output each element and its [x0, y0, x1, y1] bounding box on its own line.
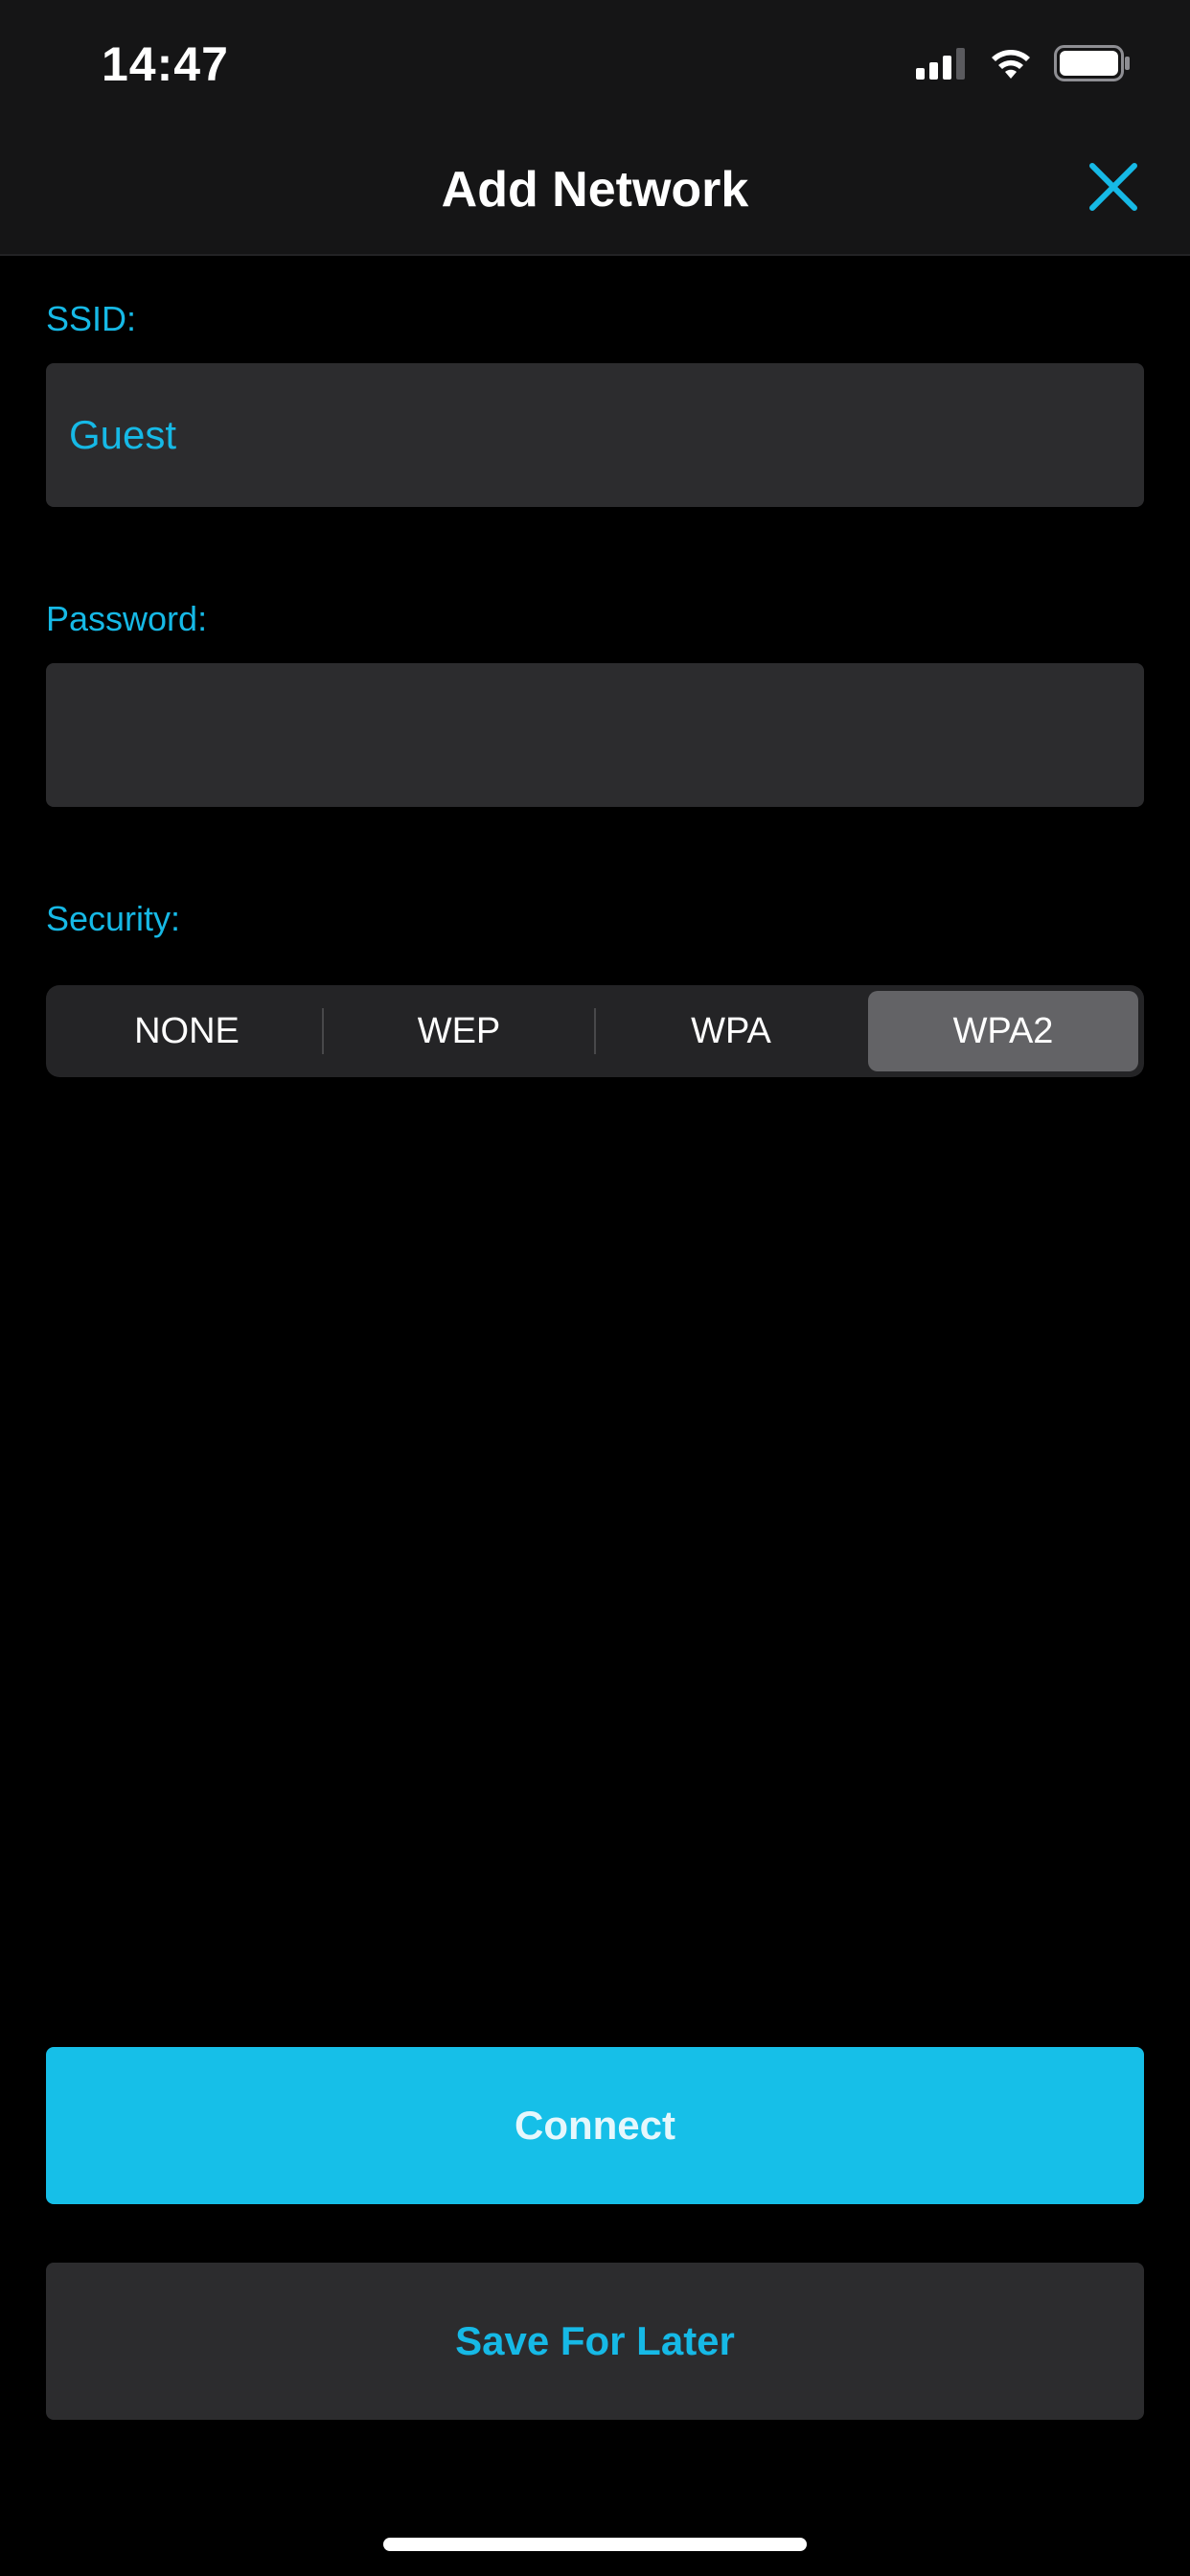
password-label: Password:	[46, 599, 208, 638]
cellular-signal-icon	[916, 47, 968, 84]
password-field[interactable]	[46, 663, 1144, 807]
page-title: Add Network	[441, 162, 749, 218]
home-indicator	[383, 2538, 807, 2551]
segment-wep[interactable]: WEP	[324, 991, 594, 1071]
status-icons	[916, 44, 1131, 86]
segment-wpa2[interactable]: WPA2	[868, 991, 1138, 1071]
save-for-later-button[interactable]: Save For Later	[46, 2263, 1144, 2420]
segment-none[interactable]: NONE	[52, 991, 322, 1071]
ssid-field[interactable]: Guest	[46, 363, 1144, 507]
close-button[interactable]	[1083, 158, 1144, 219]
security-label: Security:	[46, 899, 181, 938]
ssid-label: SSID:	[46, 299, 137, 338]
connect-button[interactable]: Connect	[46, 2047, 1144, 2204]
status-time: 14:47	[102, 37, 229, 91]
status-bar: 14:47	[0, 0, 1190, 134]
close-icon[interactable]	[1087, 161, 1139, 218]
wifi-icon	[989, 46, 1033, 85]
battery-icon	[1054, 44, 1131, 87]
nav-bar: Add Network	[0, 134, 1190, 256]
ssid-value: Guest	[69, 412, 177, 457]
security-segmented-control: NONE WEP WPA WPA2	[46, 985, 1144, 1077]
segment-wpa[interactable]: WPA	[596, 991, 866, 1071]
